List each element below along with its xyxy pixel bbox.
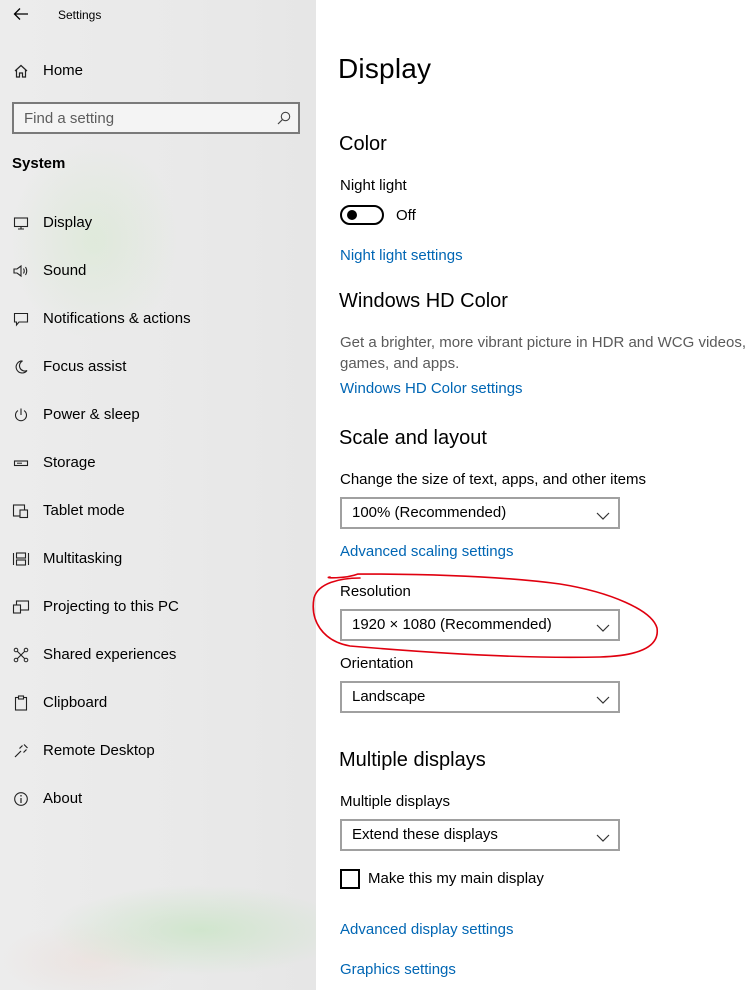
sidebar-item-label: Home	[43, 62, 84, 79]
project-icon	[12, 597, 30, 617]
back-arrow-icon[interactable]	[12, 5, 30, 23]
toggle-knob	[347, 210, 357, 220]
shared-icon	[12, 645, 30, 665]
moon-icon	[12, 357, 30, 377]
sidebar-item-projecting[interactable]: Projecting to this PC	[12, 597, 302, 617]
sidebar-item-multitasking[interactable]: Multitasking	[12, 549, 302, 569]
hd-color-description: Get a brighter, more vibrant picture in …	[340, 334, 746, 372]
sidebar-item-power-sleep[interactable]: Power & sleep	[12, 405, 302, 425]
sidebar-item-focus-assist[interactable]: Focus assist	[12, 357, 302, 377]
sidebar-item-tablet-mode[interactable]: Tablet mode	[12, 501, 302, 521]
section-heading-color: Color	[339, 133, 387, 155]
orientation-value: Landscape	[352, 688, 426, 705]
sidebar-item-sound[interactable]: Sound	[12, 261, 302, 281]
night-light-state: Off	[396, 207, 416, 224]
sidebar-item-shared-experiences[interactable]: Shared experiences	[12, 645, 302, 665]
info-icon	[12, 789, 30, 809]
main-content: Display Color Night light Off Night ligh…	[316, 0, 756, 990]
advanced-display-settings-link[interactable]: Advanced display settings	[340, 921, 513, 938]
sidebar-item-label: Display	[43, 214, 93, 231]
sidebar-item-label: Focus assist	[43, 358, 127, 375]
orientation-dropdown[interactable]: Landscape	[340, 681, 620, 713]
orientation-label: Orientation	[340, 655, 414, 672]
sidebar-item-label: Sound	[43, 262, 87, 279]
advanced-scaling-link[interactable]: Advanced scaling settings	[340, 543, 513, 560]
section-heading-multiple-displays: Multiple displays	[339, 749, 486, 771]
power-icon	[12, 405, 30, 425]
section-heading-hd-color: Windows HD Color	[339, 290, 508, 312]
sidebar: Settings Home System Display Sound Notif…	[0, 0, 316, 990]
scale-value: 100% (Recommended)	[352, 504, 507, 521]
night-light-label: Night light	[340, 177, 407, 194]
multitasking-icon	[12, 549, 30, 569]
page-title: Display	[338, 53, 432, 84]
resolution-dropdown[interactable]: 1920 × 1080 (Recommended)	[340, 609, 620, 641]
sidebar-item-label: Remote Desktop	[43, 742, 155, 759]
chevron-down-icon	[596, 692, 610, 704]
tablet-icon	[12, 501, 30, 521]
monitor-icon	[12, 213, 30, 233]
sidebar-item-label: Tablet mode	[43, 502, 125, 519]
graphics-settings-link[interactable]: Graphics settings	[340, 961, 456, 978]
hd-color-settings-link[interactable]: Windows HD Color settings	[340, 380, 523, 397]
multiple-displays-label: Multiple displays	[340, 793, 451, 810]
scale-label: Change the size of text, apps, and other…	[340, 471, 647, 488]
sidebar-item-label: Storage	[43, 454, 96, 471]
home-icon	[12, 61, 30, 81]
drive-icon	[12, 453, 30, 473]
sidebar-item-home[interactable]: Home	[12, 61, 302, 81]
chevron-down-icon	[596, 830, 610, 842]
section-heading-scale-layout: Scale and layout	[339, 427, 487, 449]
search-input[interactable]	[24, 104, 264, 132]
resolution-label: Resolution	[340, 583, 411, 600]
sidebar-item-label: Projecting to this PC	[43, 598, 179, 615]
sidebar-item-clipboard[interactable]: Clipboard	[12, 693, 302, 713]
chevron-down-icon	[596, 620, 610, 632]
speaker-icon	[12, 261, 30, 281]
night-light-settings-link[interactable]: Night light settings	[340, 247, 463, 264]
main-display-checkbox-label[interactable]: Make this my main display	[368, 870, 544, 887]
sidebar-item-label: Clipboard	[43, 694, 108, 711]
search-icon[interactable]	[276, 110, 292, 126]
search-box[interactable]	[12, 102, 300, 134]
clipboard-icon	[12, 693, 30, 713]
sidebar-item-label: Shared experiences	[43, 646, 177, 663]
scale-dropdown[interactable]: 100% (Recommended)	[340, 497, 620, 529]
sidebar-item-label: About	[43, 790, 83, 807]
app-title: Settings	[58, 8, 102, 22]
message-icon	[12, 309, 30, 329]
sidebar-item-label: Notifications & actions	[43, 310, 191, 327]
section-heading-system: System	[12, 155, 66, 172]
multiple-displays-dropdown[interactable]: Extend these displays	[340, 819, 620, 851]
sidebar-item-storage[interactable]: Storage	[12, 453, 302, 473]
night-light-toggle[interactable]	[340, 205, 384, 225]
sidebar-item-label: Power & sleep	[43, 406, 140, 423]
sidebar-item-display[interactable]: Display	[12, 213, 302, 233]
sidebar-item-label: Multitasking	[43, 550, 123, 567]
main-display-checkbox[interactable]	[340, 869, 360, 889]
sidebar-item-about[interactable]: About	[12, 789, 302, 809]
sidebar-item-notifications[interactable]: Notifications & actions	[12, 309, 302, 329]
chevron-down-icon	[596, 508, 610, 520]
resolution-value: 1920 × 1080 (Recommended)	[352, 616, 552, 633]
remote-icon	[12, 741, 30, 761]
sidebar-item-remote-desktop[interactable]: Remote Desktop	[12, 741, 302, 761]
multiple-displays-value: Extend these displays	[352, 826, 498, 843]
